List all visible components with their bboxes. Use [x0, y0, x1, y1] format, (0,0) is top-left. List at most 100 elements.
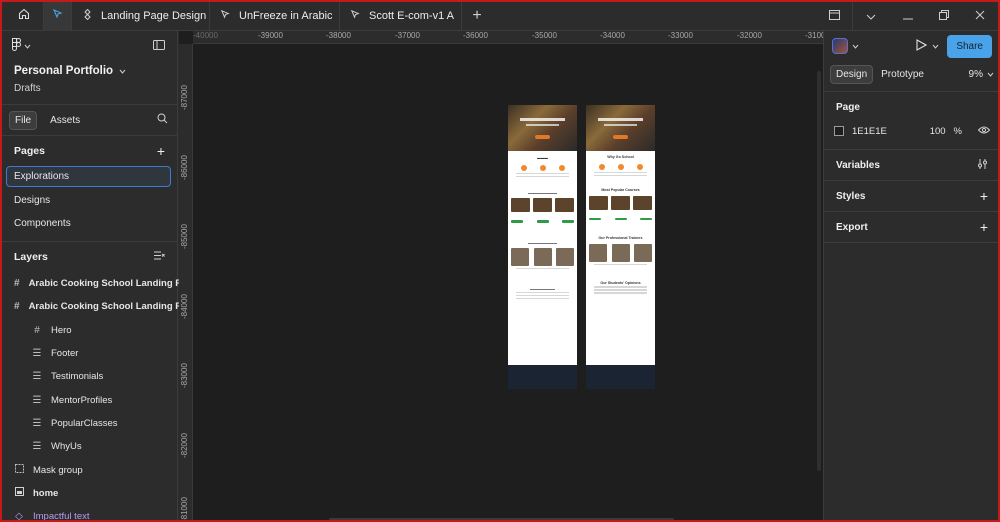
add-style-button[interactable]: +: [980, 188, 988, 204]
pages-header-label: Pages: [14, 145, 45, 157]
page-item-components[interactable]: Components: [0, 212, 177, 235]
plus-icon: +: [156, 143, 165, 159]
component-icon: ◇: [15, 511, 23, 522]
chevron-down-icon: [119, 65, 126, 77]
home-icon: [18, 8, 30, 23]
canvas[interactable]: -40000 -39000 -38000 -37000 -36000 -3500…: [179, 31, 823, 522]
search-button[interactable]: [157, 113, 168, 127]
section-title: Why Go School: [607, 155, 634, 159]
plus-icon: +: [472, 6, 482, 24]
minimize-button[interactable]: [890, 0, 926, 31]
ruler-tick: -85000: [180, 224, 189, 249]
frame-arabic-landing-page[interactable]: ▬▬▬: [508, 105, 577, 389]
page-section-header: Page: [824, 92, 1000, 122]
section-title: Most Popular Courses: [601, 187, 640, 192]
more-tabs-button[interactable]: [852, 0, 888, 31]
visibility-toggle[interactable]: [977, 126, 991, 137]
close-button[interactable]: [962, 0, 998, 31]
right-panel-toolbar: Share: [824, 31, 1000, 61]
export-section[interactable]: Export +: [824, 212, 1000, 242]
main-menu-button[interactable]: [12, 38, 31, 54]
present-button[interactable]: [916, 38, 939, 54]
fill-opacity-unit: %: [953, 125, 962, 137]
file-assets-tabs: File Assets: [0, 105, 177, 135]
variables-label: Variables: [836, 159, 880, 171]
ruler-tick: -84000: [180, 294, 189, 319]
layer-item[interactable]: ☰ MentorProfiles: [0, 388, 177, 411]
ruler-tick: -40000: [193, 31, 218, 40]
tab-unfreeze-in-arabic[interactable]: UnFreeze in Arabic: [210, 0, 340, 31]
layer-item[interactable]: ☰ WhyUs: [0, 435, 177, 458]
play-icon: [916, 38, 928, 54]
styles-section[interactable]: Styles +: [824, 181, 1000, 211]
user-menu[interactable]: [832, 38, 859, 54]
frame-english-landing-page[interactable]: Why Go School Most Popular Courses Our P…: [586, 105, 655, 389]
tab-assets[interactable]: Assets: [45, 112, 85, 129]
tab-design[interactable]: Design: [830, 64, 874, 84]
tab-scott-e-com[interactable]: Scott E-com-v1 A: [340, 0, 462, 31]
new-tab-button[interactable]: +: [462, 0, 492, 31]
export-label: Export: [836, 221, 868, 233]
layer-item[interactable]: home: [0, 482, 177, 505]
avatar: [832, 38, 848, 54]
hero-section: [508, 105, 577, 151]
layer-item[interactable]: ◇ Impactful text: [0, 505, 177, 522]
tab-prototype[interactable]: Prototype: [881, 69, 924, 80]
layer-label: Mask group: [33, 464, 83, 476]
autolayout-icon: ☰: [32, 371, 42, 383]
ruler-tick: -86000: [180, 155, 189, 180]
variables-section[interactable]: Variables: [824, 150, 1000, 180]
project-name[interactable]: Personal Portfolio: [14, 65, 163, 77]
layers-list: # Arabic Cooking School Landing Page # A…: [0, 272, 198, 522]
tab-file[interactable]: File: [9, 110, 38, 130]
section-title: Our Professional Trainers: [598, 236, 643, 240]
layer-item[interactable]: # Arabic Cooking School Landing Page: [0, 295, 198, 318]
add-page-button[interactable]: +: [157, 143, 165, 159]
ruler-tick: -83000: [180, 363, 189, 388]
ruler-tick: -82000: [180, 433, 189, 458]
fill-hex-input[interactable]: 1E1E1E: [852, 126, 887, 137]
autolayout-icon: ☰: [32, 348, 42, 360]
layer-item[interactable]: # Hero: [0, 319, 177, 342]
autolayout-icon: ☰: [32, 417, 42, 429]
layer-label: PopularClasses: [51, 417, 118, 429]
ruler-tick: -37000: [395, 31, 420, 40]
layer-item[interactable]: ☰ Testimonials: [0, 365, 177, 388]
current-file-tab[interactable]: [44, 0, 72, 31]
horizontal-scrollbar[interactable]: [329, 518, 674, 522]
page-item-designs[interactable]: Designs: [0, 189, 177, 212]
ruler-tick: -31000: [805, 31, 823, 40]
vertical-scrollbar[interactable]: [817, 71, 821, 471]
page-item-explorations[interactable]: Explorations: [6, 166, 171, 187]
window-icon: [828, 9, 840, 23]
project-location[interactable]: Drafts: [14, 83, 163, 94]
zoom-menu[interactable]: 9%: [969, 69, 994, 80]
home-button[interactable]: [4, 0, 44, 31]
layers-header: Layers: [0, 242, 177, 272]
layer-item[interactable]: Mask group: [0, 458, 177, 481]
layer-item[interactable]: ☰ Footer: [0, 342, 177, 365]
collapse-layers-button[interactable]: [154, 251, 165, 263]
project-info: Personal Portfolio Drafts: [0, 65, 177, 94]
plus-icon: +: [979, 188, 988, 204]
ruler-tick: -87000: [180, 85, 189, 110]
chevron-down-icon: [866, 9, 876, 23]
page-fill-row: 1E1E1E 100 %: [834, 122, 991, 140]
figma-file-icon: [52, 8, 64, 23]
color-swatch[interactable]: [834, 126, 844, 136]
maximize-button[interactable]: [926, 0, 962, 31]
layer-item[interactable]: # Arabic Cooking School Landing Page: [0, 272, 198, 295]
left-panel-toolbar: [0, 31, 177, 61]
zoom-level: 9%: [968, 68, 983, 80]
panel-toggle-button[interactable]: [153, 39, 165, 53]
divider: [824, 242, 1000, 243]
share-button[interactable]: Share: [947, 34, 992, 58]
layer-item[interactable]: ☰ PopularClasses: [0, 412, 177, 435]
tab-landing-page-design[interactable]: Landing Page Design: [72, 0, 210, 31]
sidebar-toggle-button[interactable]: [816, 0, 852, 31]
variables-settings-button[interactable]: [977, 158, 988, 172]
frame-icon: #: [34, 324, 40, 336]
add-export-button[interactable]: +: [980, 219, 988, 235]
tab-label: Scott E-com-v1 A: [369, 9, 454, 22]
fill-opacity-input[interactable]: 100: [930, 126, 946, 137]
